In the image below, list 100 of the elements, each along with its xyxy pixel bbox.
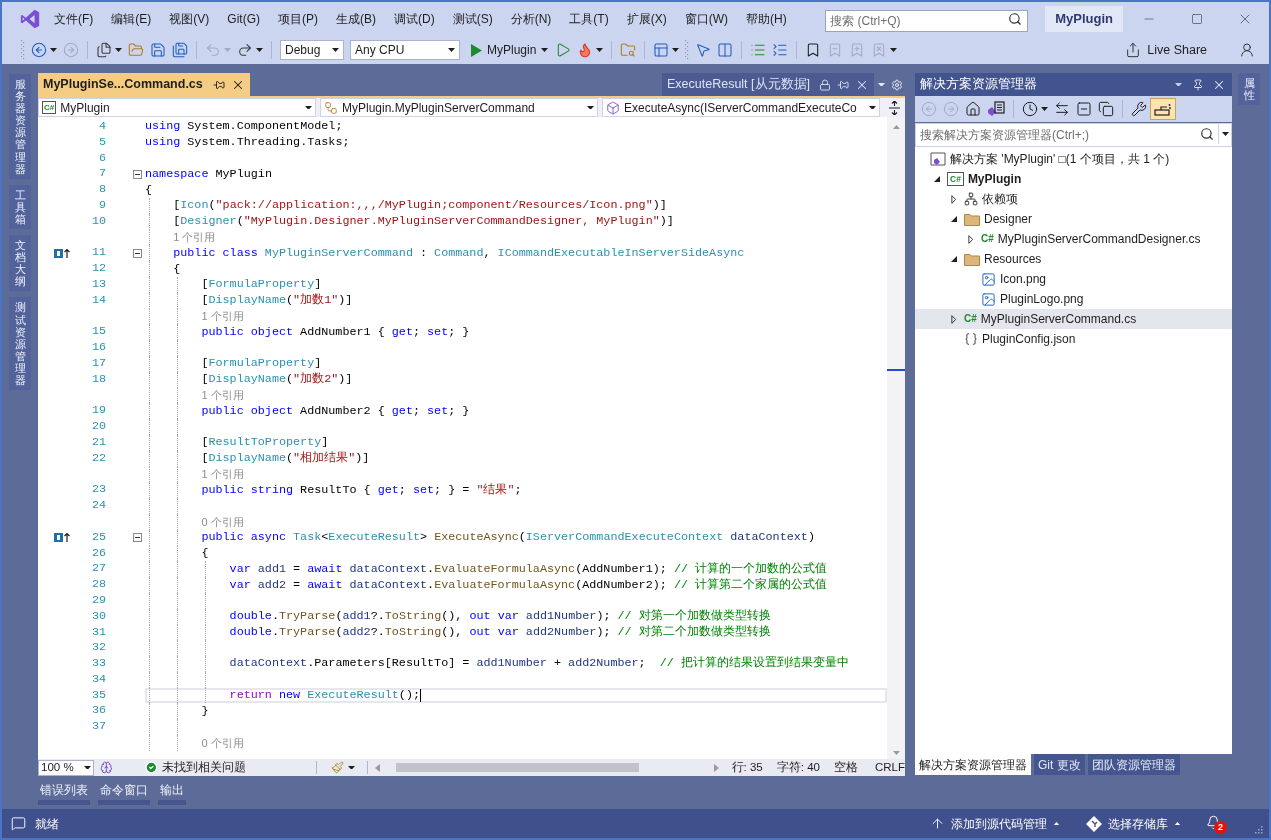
tool-window-tab[interactable]: 属性 [1238, 73, 1260, 106]
check-circle-icon [145, 761, 159, 774]
line-number: 6 [97, 150, 106, 167]
interface-arrow-icon[interactable] [54, 247, 70, 259]
navigation-dropdown[interactable]: C# MyPlugin [38, 98, 316, 117]
vertical-scrollbar[interactable] [887, 117, 905, 759]
menu-item[interactable]: 编辑(E) [102, 7, 161, 31]
line-number: 27 [90, 561, 106, 578]
tree-item[interactable]: C# MyPluginServerCommand.cs [915, 309, 1232, 329]
tree-item[interactable]: Designer [915, 209, 1232, 229]
interface-arrow-icon[interactable] [54, 532, 70, 544]
caret-icon [1175, 82, 1182, 87]
zoom-dropdown[interactable]: 100 % [38, 759, 94, 776]
panel-tab[interactable]: Git 更改 [1034, 754, 1085, 775]
menu-item[interactable]: 项目(P) [269, 7, 327, 31]
list-collapse-icon [772, 42, 789, 58]
menu-item[interactable]: 视图(V) [160, 7, 219, 31]
live-share-button[interactable]: Live Share [1121, 39, 1211, 61]
collapse-icon[interactable] [133, 169, 142, 179]
collapse-icon[interactable] [133, 248, 142, 258]
search-field[interactable]: 搜索 (Ctrl+Q) [825, 10, 1029, 32]
line-number: 19 [90, 403, 106, 420]
menu-item[interactable]: Git(G) [218, 7, 269, 31]
codelens-references[interactable]: 0 个引用 [201, 734, 244, 752]
line-position[interactable]: 行: 35 [731, 758, 763, 777]
line-number: 5 [97, 134, 106, 151]
caret-icon [83, 765, 91, 770]
document-tab[interactable]: ExecuteResult [从元数据] [662, 73, 874, 96]
panel-title: 解决方案资源管理器 [920, 76, 1037, 94]
tool-window-tab[interactable]: 服务器资源管理器 [9, 74, 31, 179]
menu-item[interactable]: 文件(F) [45, 7, 103, 31]
column-position[interactable]: 字符: 40 [776, 758, 820, 777]
tree-item[interactable]: 依赖项 [915, 189, 1232, 209]
code-line: public async Task<ExecuteResult> ExecuteAsync(IServerCommandExecuteContext dataContext) [201, 530, 815, 546]
document-tab[interactable]: MyPluginSe...Command.cs [38, 73, 250, 96]
tree-item[interactable]: Icon.png [915, 269, 1232, 289]
line-number: 30 [90, 608, 106, 625]
code-cleanup-button[interactable] [331, 761, 356, 774]
codelens-references[interactable]: 1 个引用 [201, 308, 244, 325]
menu-item[interactable]: 扩展(X) [617, 7, 676, 31]
tree-item[interactable]: C# MyPluginServerCommandDesigner.cs [915, 229, 1232, 249]
menu-item[interactable]: 调试(D) [385, 7, 444, 31]
tool-window-tab[interactable]: 测试资源管理器 [9, 297, 31, 391]
code-line: [ResultToProperty] [201, 435, 329, 451]
navigation-dropdown[interactable]: ExecuteAsync(IServerCommandExecuteCo [602, 98, 880, 117]
issues-status[interactable]: 未找到相关问题 [162, 758, 247, 777]
line-number: 16 [90, 340, 106, 356]
solution-name: MyPlugin [1045, 6, 1123, 32]
menu-item[interactable]: 生成(B) [327, 7, 385, 31]
code-line: } [201, 703, 209, 719]
line-number: 18 [90, 371, 106, 388]
tree-item[interactable]: PluginConfig.json [915, 329, 1232, 349]
line-ending[interactable]: CRLF [874, 758, 905, 777]
pin-icon[interactable] [837, 78, 849, 91]
start-button[interactable]: MyPlugin [467, 39, 553, 61]
panel-tab[interactable]: 团队资源管理器 [1087, 754, 1180, 775]
preview-selected-button[interactable] [1150, 98, 1176, 120]
menu-item[interactable]: 分析(N) [501, 7, 561, 31]
codelens-references[interactable]: 1 个引用 [173, 229, 216, 246]
circle-arrow-right-icon [63, 42, 79, 58]
navigation-dropdown[interactable]: MyPlugin.MyPluginServerCommand [320, 98, 598, 117]
pin-icon[interactable] [213, 78, 225, 91]
menu-item[interactable]: 帮助(H) [737, 7, 796, 31]
copy-icon [1098, 101, 1114, 117]
menu-item[interactable]: 工具(T) [560, 7, 618, 31]
toolbar-grip-icon[interactable] [685, 40, 690, 60]
search-icon [1200, 127, 1214, 141]
scrollbar-thumb[interactable] [396, 763, 640, 772]
tree-item[interactable]: 解决方案 'MyPlugin' □(1 个项目，共 1 个) [915, 149, 1232, 169]
menu-item[interactable]: 窗口(W) [675, 7, 737, 31]
line-number: 7 [97, 166, 106, 183]
add-to-source-control-button[interactable]: 添加到源代码管理 [930, 814, 1060, 833]
configuration-dropdown[interactable]: Debug [280, 40, 344, 60]
indentation-mode[interactable]: 空格 [833, 758, 858, 777]
codelens-references[interactable]: 0 个引用 [201, 513, 244, 531]
select-repository-button[interactable]: 选择存储库 [1086, 814, 1181, 833]
codelens-references[interactable]: 1 个引用 [201, 387, 244, 404]
menu-item[interactable]: 测试(S) [443, 7, 502, 31]
arrows-left-right-icon [1054, 101, 1070, 117]
scroll-up-icon [892, 125, 900, 129]
code-line: [Designer("MyPlugin.Designer.MyPluginServerCommandDesigner, MyPlugin")] [173, 214, 674, 230]
folder-icon [964, 252, 980, 266]
notifications-button[interactable]: 2 [1205, 812, 1229, 835]
pin-icon[interactable] [1192, 78, 1204, 91]
toolbar-grip-icon[interactable] [21, 40, 25, 60]
code-line: using System.Threading.Tasks; [145, 135, 350, 151]
panel-tab[interactable]: 解决方案资源管理器 [915, 754, 1031, 775]
tree-item[interactable]: C# MyPlugin [915, 169, 1232, 189]
codelens-references[interactable]: 1 个引用 [201, 466, 244, 483]
tree-item[interactable]: Resources [915, 249, 1232, 269]
search-field[interactable]: 搜索解决方案资源管理器(Ctrl+;) [915, 123, 1232, 147]
platform-dropdown[interactable]: Any CPU [350, 40, 460, 60]
code-line: public object AddNumber2 { get; set; } [201, 403, 470, 419]
tree-item[interactable]: PluginLogo.png [915, 289, 1232, 309]
collapse-icon[interactable] [133, 533, 142, 543]
settings-icon[interactable] [891, 78, 903, 91]
tool-window-tab[interactable]: 工具箱 [9, 184, 31, 230]
resize-grip-icon[interactable] [1253, 824, 1263, 834]
tool-window-tab[interactable]: 文档大纲 [9, 235, 31, 292]
brain-icon[interactable] [99, 761, 113, 774]
